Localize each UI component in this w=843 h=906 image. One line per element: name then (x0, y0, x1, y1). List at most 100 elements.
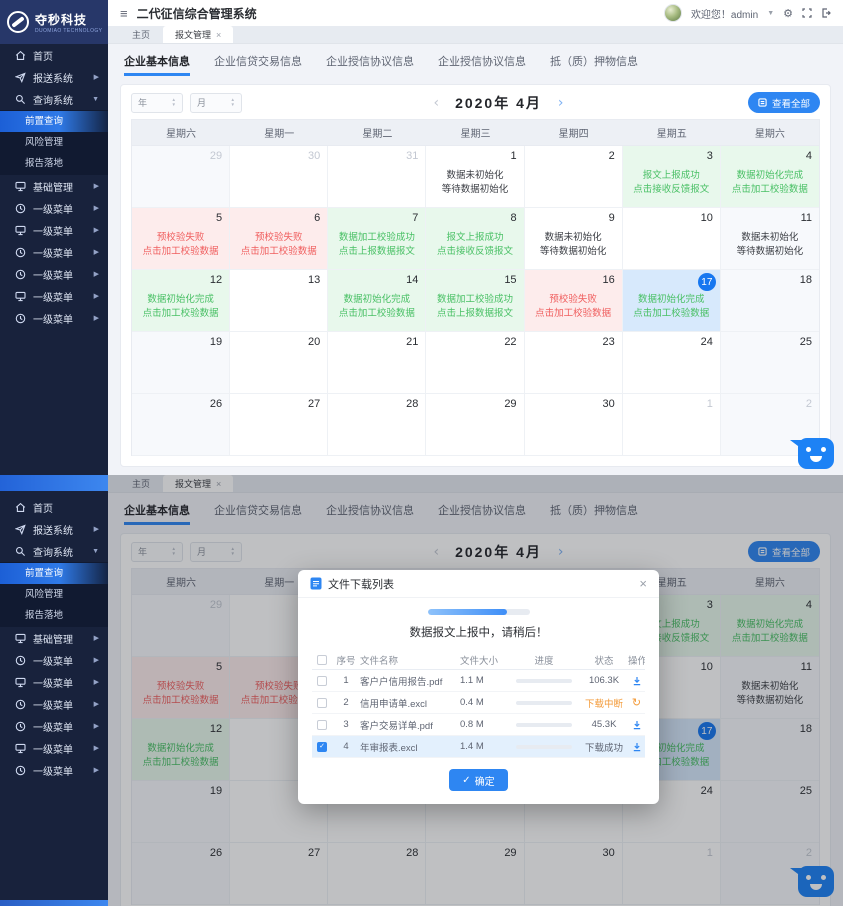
day-status-line[interactable]: 点击接收反馈报文 (432, 246, 517, 257)
day-status-line[interactable]: 点击加工校验数据 (236, 246, 321, 257)
calendar-day-cell[interactable]: 28 (328, 394, 426, 456)
year-select[interactable]: 年 ▲▼ (131, 93, 183, 113)
close-icon[interactable]: × (639, 577, 647, 590)
calendar-day-cell[interactable]: 13 (230, 270, 328, 332)
calendar-day-cell[interactable]: 31 (328, 146, 426, 208)
day-status-line[interactable]: 点击加工校验数据 (727, 184, 813, 195)
sidebar-subitem[interactable]: 报告落地 (0, 153, 108, 174)
sidebar-subitem[interactable]: 风险管理 (0, 584, 108, 605)
sidebar-item[interactable]: 一级菜单▶ (0, 197, 108, 219)
sidebar-subitem[interactable]: 风险管理 (0, 132, 108, 153)
sidebar-subitem[interactable]: 前置查询 (0, 563, 108, 584)
sidebar-item[interactable]: 一级菜单▶ (0, 737, 108, 759)
stepper-icon[interactable]: ▲▼ (172, 98, 176, 107)
calendar-day-cell[interactable]: 30 (525, 394, 623, 456)
confirm-button[interactable]: ✓ 确定 (449, 769, 507, 791)
sidebar-item[interactable]: 一级菜单▶ (0, 671, 108, 693)
calendar-day-cell[interactable]: 3报文上报成功点击接收反馈报文 (623, 146, 721, 208)
calendar-day-cell[interactable]: 11数据未初始化等待数据初始化 (721, 208, 819, 270)
prev-month-icon[interactable]: ‹ (433, 96, 439, 110)
calendar-day-cell[interactable]: 18 (721, 270, 819, 332)
page-tab[interactable]: 企业授信协议信息 (438, 53, 526, 76)
avatar[interactable] (664, 4, 682, 22)
calendar-day-cell[interactable]: 5预校验失败点击加工校验数据 (132, 208, 230, 270)
day-status-line[interactable]: 点击加工校验数据 (629, 308, 714, 319)
close-icon[interactable]: × (216, 30, 221, 40)
calendar-day-cell[interactable]: 26 (132, 394, 230, 456)
sidebar-item[interactable]: 首页 (0, 496, 108, 518)
sidebar-item[interactable]: 一级菜单▶ (0, 219, 108, 241)
calendar-day-cell[interactable]: 2 (525, 146, 623, 208)
sidebar-item[interactable]: 基础管理▶ (0, 627, 108, 649)
gear-icon[interactable]: ⚙ (783, 7, 793, 20)
view-all-button[interactable]: 查看全部 (748, 92, 820, 113)
download-icon[interactable] (628, 742, 645, 752)
sidebar-item[interactable]: 一级菜单▶ (0, 693, 108, 715)
logout-icon[interactable] (821, 8, 831, 18)
page-tab[interactable]: 企业基本信息 (124, 53, 190, 76)
sidebar-item[interactable]: 一级菜单▶ (0, 307, 108, 329)
day-status-line[interactable]: 等待数据初始化 (531, 246, 616, 257)
calendar-day-cell[interactable]: 29 (132, 146, 230, 208)
day-status-line[interactable]: 点击接收反馈报文 (629, 184, 714, 195)
row-checkbox[interactable] (317, 676, 327, 686)
sidebar-item[interactable]: 一级菜单▶ (0, 241, 108, 263)
row-checkbox[interactable] (317, 698, 327, 708)
calendar-day-cell[interactable]: 4数据初始化完成点击加工校验数据 (721, 146, 819, 208)
calendar-day-cell[interactable]: 12数据初始化完成点击加工校验数据 (132, 270, 230, 332)
refresh-icon[interactable]: ↻ (628, 696, 645, 709)
calendar-day-cell[interactable]: 20 (230, 332, 328, 394)
sidebar-item[interactable]: 基础管理▶ (0, 175, 108, 197)
sidebar-item[interactable]: 首页 (0, 44, 108, 66)
row-checkbox[interactable] (317, 720, 327, 730)
download-icon[interactable] (628, 720, 645, 730)
sidebar-item[interactable]: 报送系统▶ (0, 66, 108, 88)
day-status-line[interactable]: 点击加工校验数据 (334, 308, 419, 319)
stepper-icon[interactable]: ▲▼ (231, 98, 235, 107)
file-row[interactable]: 2信用申请单.excl0.4 M下载中断↻ (312, 692, 645, 714)
calendar-day-cell[interactable]: 6预校验失败点击加工校验数据 (230, 208, 328, 270)
sidebar-item[interactable]: 一级菜单▶ (0, 285, 108, 307)
next-month-icon[interactable]: › (558, 96, 564, 110)
file-row[interactable]: 1客户户信用报告.pdf1.1 M106.3K (312, 670, 645, 692)
calendar-day-cell[interactable]: 9数据未初始化等待数据初始化 (525, 208, 623, 270)
fullscreen-icon[interactable] (802, 8, 812, 18)
sidebar-item[interactable]: 查询系统▼ (0, 88, 108, 110)
calendar-day-cell[interactable]: 19 (132, 332, 230, 394)
calendar-day-cell[interactable]: 23 (525, 332, 623, 394)
calendar-day-cell[interactable]: 8报文上报成功点击接收反馈报文 (426, 208, 524, 270)
sidebar-item[interactable]: 一级菜单▶ (0, 759, 108, 781)
calendar-day-cell[interactable]: 16预校验失败点击加工校验数据 (525, 270, 623, 332)
sidebar-item[interactable]: 一级菜单▶ (0, 263, 108, 285)
day-status-line[interactable]: 等待数据初始化 (727, 246, 813, 257)
select-all-checkbox[interactable] (317, 655, 327, 665)
calendar-day-cell[interactable]: 7数据加工校验成功点击上报数据报文 (328, 208, 426, 270)
file-row[interactable]: 3客户交易详单.pdf0.8 M45.3K (312, 714, 645, 736)
page-tab[interactable]: 企业信贷交易信息 (214, 53, 302, 76)
calendar-day-cell[interactable]: 25 (721, 332, 819, 394)
chevron-down-icon[interactable]: ▼ (767, 10, 774, 17)
page-tab[interactable]: 企业授信协议信息 (326, 53, 414, 76)
download-icon[interactable] (628, 676, 645, 686)
calendar-day-cell[interactable]: 22 (426, 332, 524, 394)
calendar-day-cell[interactable]: 1 (623, 394, 721, 456)
calendar-day-cell[interactable]: 17数据初始化完成点击加工校验数据 (623, 270, 721, 332)
sidebar-subitem[interactable]: 报告落地 (0, 605, 108, 626)
calendar-day-cell[interactable]: 27 (230, 394, 328, 456)
sidebar-subitem[interactable]: 前置查询 (0, 111, 108, 132)
window-tab[interactable]: 主页 (120, 26, 162, 43)
sidebar-item[interactable]: 报送系统▶ (0, 518, 108, 540)
month-select[interactable]: 月 ▲▼ (190, 93, 242, 113)
sidebar-item[interactable]: 一级菜单▶ (0, 715, 108, 737)
day-status-line[interactable]: 等待数据初始化 (432, 184, 517, 195)
row-checkbox[interactable]: ✓ (317, 742, 327, 752)
hamburger-icon[interactable]: ≡ (120, 7, 128, 20)
calendar-day-cell[interactable]: 14数据初始化完成点击加工校验数据 (328, 270, 426, 332)
sidebar-item[interactable]: 一级菜单▶ (0, 649, 108, 671)
day-status-line[interactable]: 点击加工校验数据 (138, 246, 223, 257)
day-status-line[interactable]: 点击加工校验数据 (531, 308, 616, 319)
page-tab[interactable]: 抵（质）押物信息 (550, 53, 638, 76)
sidebar-item[interactable]: 查询系统▼ (0, 540, 108, 562)
calendar-day-cell[interactable]: 1数据未初始化等待数据初始化 (426, 146, 524, 208)
file-row[interactable]: ✓4年审报表.excl1.4 M下载成功 (312, 736, 645, 758)
